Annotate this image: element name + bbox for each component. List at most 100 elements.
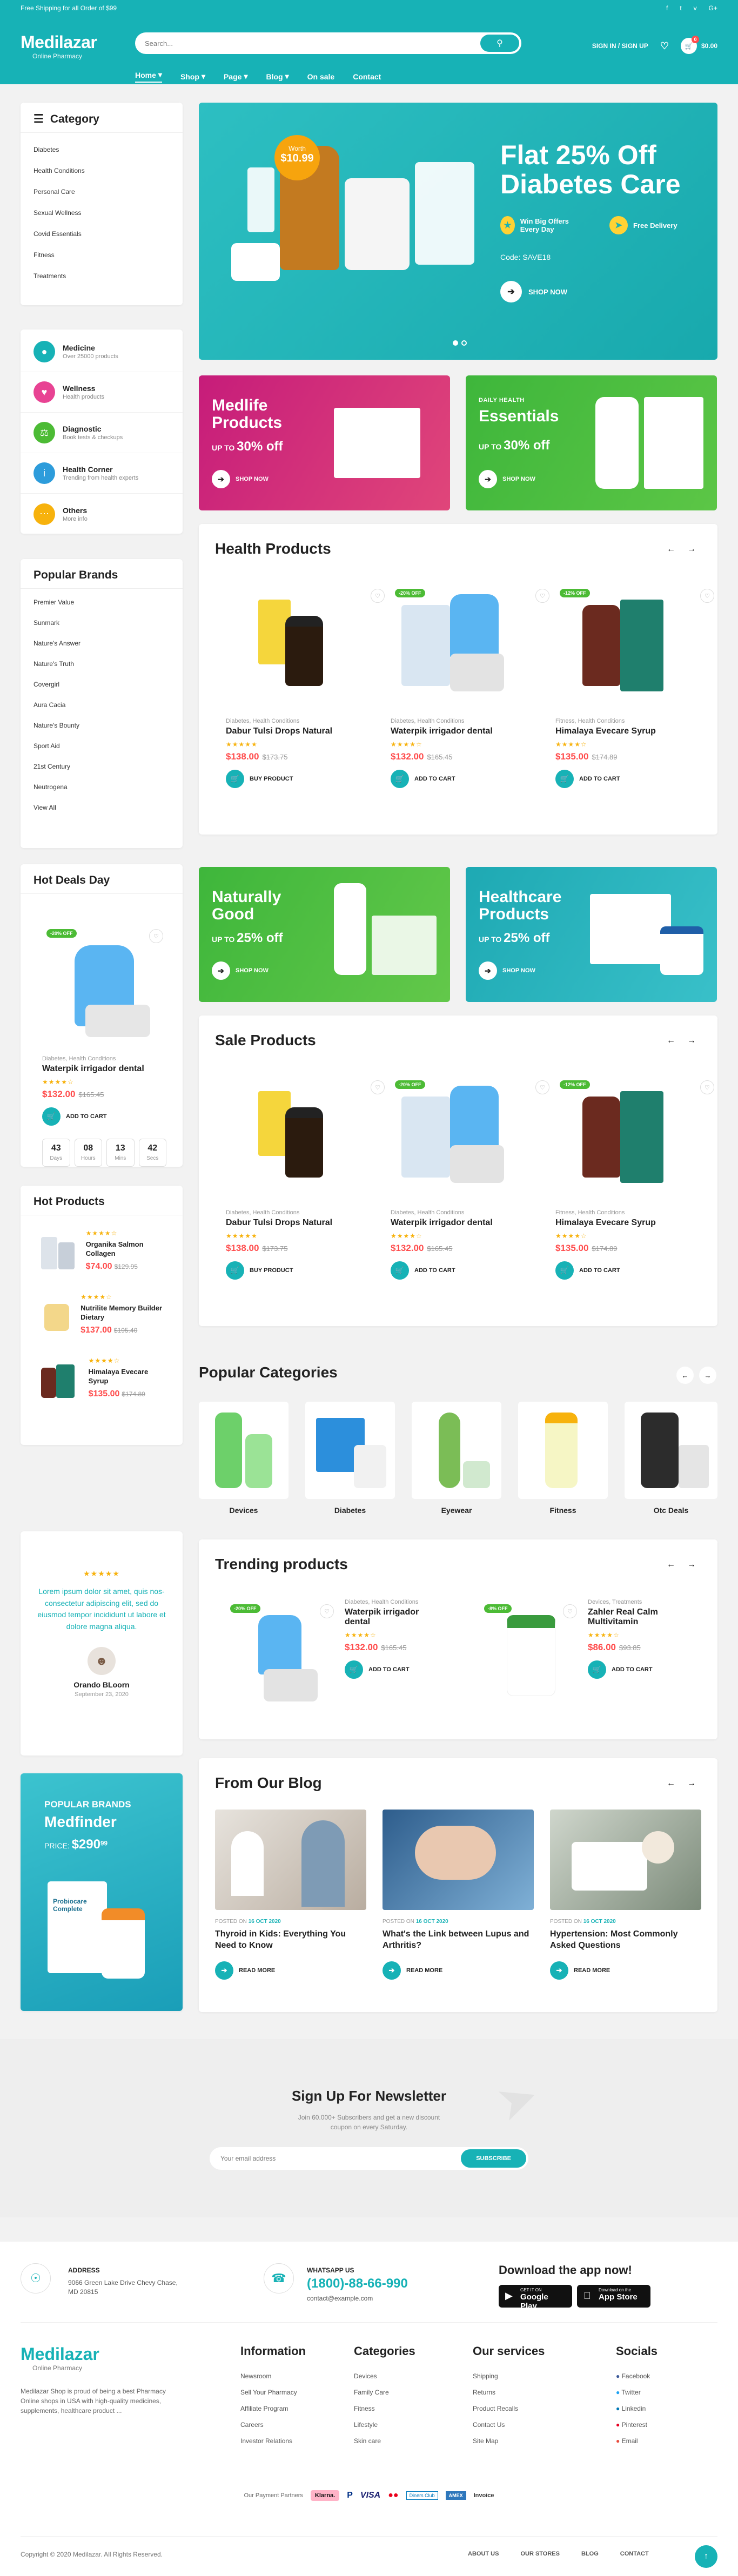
- footer-link[interactable]: Contact Us: [473, 2421, 545, 2437]
- trending-product[interactable]: -20% OFF ♡ Diabetes, Health Conditions Wa…: [226, 1599, 442, 1718]
- product-name[interactable]: Dabur Tulsi Drops Natural: [226, 727, 388, 736]
- footer-link[interactable]: Newsroom: [240, 2372, 306, 2389]
- hot-product-item[interactable]: ★★★★☆ Nutrilite Memory Builder Dietary $13…: [21, 1284, 183, 1348]
- heart-icon[interactable]: ♡: [660, 41, 669, 52]
- social-pinterest[interactable]: ● Pinterest: [616, 2421, 658, 2437]
- footer-link[interactable]: Devices: [354, 2372, 415, 2389]
- brand-item[interactable]: 21st Century: [33, 756, 170, 777]
- footer-link[interactable]: Site Map: [473, 2437, 545, 2453]
- add-to-cart-button[interactable]: 🛒 ADD TO CART: [42, 1107, 166, 1126]
- add-to-cart-button[interactable]: 🛒 ADD TO CART: [588, 1660, 690, 1679]
- category-label[interactable]: Fitness: [518, 1506, 608, 1515]
- footer-link[interactable]: Careers: [240, 2421, 306, 2437]
- email-input[interactable]: [220, 2155, 461, 2162]
- brand-item[interactable]: Nature's Bounty: [33, 715, 170, 736]
- footer-link[interactable]: Affiliate Program: [240, 2405, 306, 2421]
- cart[interactable]: 🛒 0 $0.00: [680, 36, 717, 54]
- brand-item[interactable]: Sport Aid: [33, 736, 170, 756]
- google-play-button[interactable]: ▶ GET IT ON Google Play: [499, 2285, 572, 2311]
- arrow-right-icon[interactable]: →: [687, 1036, 696, 1046]
- footer-link[interactable]: Skin care: [354, 2437, 415, 2453]
- footer-link[interactable]: Family Care: [354, 2389, 415, 2405]
- social-facebook[interactable]: ● Facebook: [616, 2372, 658, 2389]
- arrow-left-icon[interactable]: ←: [667, 1560, 675, 1570]
- category-label[interactable]: Eyewear: [412, 1506, 501, 1515]
- buy-product-button[interactable]: 🛒 BUY PRODUCT: [226, 1261, 388, 1280]
- twitter-icon[interactable]: t: [680, 4, 681, 12]
- vimeo-icon[interactable]: v: [694, 4, 697, 12]
- social-linkedin[interactable]: ● Linkedin: [616, 2405, 658, 2421]
- blog-post[interactable]: POSTED ON 16 OCT 2020 Hypertension: Most…: [550, 1810, 701, 1980]
- add-to-cart-button[interactable]: 🛒 ADD TO CART: [391, 1261, 553, 1280]
- wishlist-icon[interactable]: ♡: [320, 1604, 334, 1618]
- footer-about-link[interactable]: ABOUT US: [468, 2551, 499, 2557]
- brand-item[interactable]: Covergirl: [33, 674, 170, 695]
- category-item[interactable]: Treatments: [33, 266, 170, 287]
- category-label[interactable]: Devices: [199, 1506, 289, 1515]
- service-wellness[interactable]: ♥ Wellness Health products: [21, 372, 183, 413]
- product-card[interactable]: -20% OFF ♡ Diabetes, Health Conditions Wa…: [391, 583, 553, 788]
- wishlist-icon[interactable]: ♡: [535, 1080, 549, 1094]
- category-card-otc-deals[interactable]: [625, 1402, 717, 1499]
- footer-blog-link[interactable]: BLOG: [581, 2551, 599, 2557]
- slider-dot[interactable]: [453, 340, 458, 346]
- wishlist-icon[interactable]: ♡: [371, 589, 385, 603]
- app-store-button[interactable]:  Download on theApp Store: [577, 2285, 650, 2308]
- signin-link[interactable]: SIGN IN / SIGN UP: [592, 42, 648, 50]
- wishlist-icon[interactable]: ♡: [563, 1604, 577, 1618]
- footer-stores-link[interactable]: OUR STORES: [520, 2551, 560, 2557]
- read-more-button[interactable]: ➔ READ MORE: [550, 1961, 701, 1980]
- category-label[interactable]: Otc Deals: [625, 1506, 717, 1515]
- add-to-cart-button[interactable]: 🛒 ADD TO CART: [555, 1261, 717, 1280]
- promo-naturally-good[interactable]: Naturally Good UP TO 25% off ➔ SHOP NOW: [199, 867, 450, 1002]
- product-name[interactable]: Waterpik irrigador dental: [391, 727, 553, 736]
- product-name[interactable]: Himalaya Evecare Syrup: [555, 1218, 717, 1228]
- category-label[interactable]: Diabetes: [305, 1506, 395, 1515]
- category-item[interactable]: Personal Care: [33, 181, 170, 203]
- footer-link[interactable]: Investor Relations: [240, 2437, 306, 2453]
- service-others[interactable]: ⋯ Others More info: [21, 494, 183, 534]
- product-name[interactable]: Dabur Tulsi Drops Natural: [226, 1218, 388, 1228]
- product-name[interactable]: Waterpik irrigador dental: [391, 1218, 553, 1228]
- promo-shop-now[interactable]: ➔ SHOP NOW: [479, 470, 535, 488]
- service-medicine[interactable]: ● Medicine Over 25000 products: [21, 332, 183, 372]
- product-name[interactable]: Himalaya Evecare Syrup: [555, 727, 717, 736]
- medfinder-banner[interactable]: POPULAR BRANDS Medfinder PRICE: $29099 P…: [21, 1773, 183, 2011]
- contact-email[interactable]: contact@example.com: [307, 2295, 373, 2302]
- service-health-corner[interactable]: i Health Corner Trending from health exper…: [21, 453, 183, 494]
- nav-contact[interactable]: Contact: [353, 70, 381, 83]
- blog-title[interactable]: Thyroid in Kids: Everything You Need to …: [215, 1929, 366, 1952]
- category-item[interactable]: Diabetes: [33, 139, 170, 160]
- arrow-right-icon[interactable]: →: [687, 1560, 696, 1570]
- hero-shop-now[interactable]: ➔ SHOP NOW: [500, 281, 567, 302]
- social-email[interactable]: ● Email: [616, 2437, 658, 2453]
- search-button[interactable]: ⚲: [480, 35, 519, 52]
- add-to-cart-button[interactable]: 🛒 ADD TO CART: [345, 1660, 437, 1679]
- wishlist-icon[interactable]: ♡: [700, 1080, 714, 1094]
- wishlist-icon[interactable]: ♡: [149, 929, 163, 943]
- nav-blog[interactable]: Blog ▾: [266, 70, 289, 83]
- promo-daily-health[interactable]: DAILY HEALTH Essentials UP TO 30% off ➔ S…: [466, 375, 717, 510]
- buy-product-button[interactable]: 🛒 BUY PRODUCT: [226, 770, 388, 788]
- wishlist-icon[interactable]: ♡: [371, 1080, 385, 1094]
- phone-number[interactable]: (1800)-88-66-990: [307, 2276, 408, 2291]
- nav-onsale[interactable]: On sale: [307, 70, 335, 83]
- add-to-cart-button[interactable]: 🛒 ADD TO CART: [391, 770, 553, 788]
- social-twitter[interactable]: ● Twitter: [616, 2389, 658, 2405]
- arrow-left-icon[interactable]: ←: [676, 1367, 694, 1384]
- category-item[interactable]: Fitness: [33, 245, 170, 266]
- product-card[interactable]: ♡ Diabetes, Health Conditions Dabur Tuls…: [226, 583, 388, 788]
- brand-view-all[interactable]: View All: [33, 797, 170, 818]
- product-card[interactable]: -20% OFF ♡ Diabetes, Health Conditions Wa…: [391, 1075, 553, 1280]
- blog-post[interactable]: POSTED ON 16 OCT 2020 What's the Link be…: [383, 1810, 534, 1980]
- brand-item[interactable]: Aura Cacia: [33, 695, 170, 715]
- hot-product-item[interactable]: ★★★★☆ Organika Salmon Collagen $74.00 $129.…: [21, 1221, 183, 1284]
- trending-product[interactable]: -8% OFF ♡ Devices, Treatments Zahler Real…: [480, 1599, 696, 1718]
- footer-logo[interactable]: Medilazar Online Pharmacy: [21, 2344, 99, 2372]
- hero-banner[interactable]: Worth $10.99 Flat 25% Off Diabetes Care ★ W…: [199, 103, 717, 360]
- search-input[interactable]: [145, 39, 480, 48]
- promo-shop-now[interactable]: ➔ SHOP NOW: [212, 470, 269, 488]
- arrow-left-icon[interactable]: ←: [667, 1779, 675, 1788]
- footer-contact-link[interactable]: CONTACT: [620, 2551, 649, 2557]
- blog-title[interactable]: Hypertension: Most Commonly Asked Questi…: [550, 1929, 701, 1952]
